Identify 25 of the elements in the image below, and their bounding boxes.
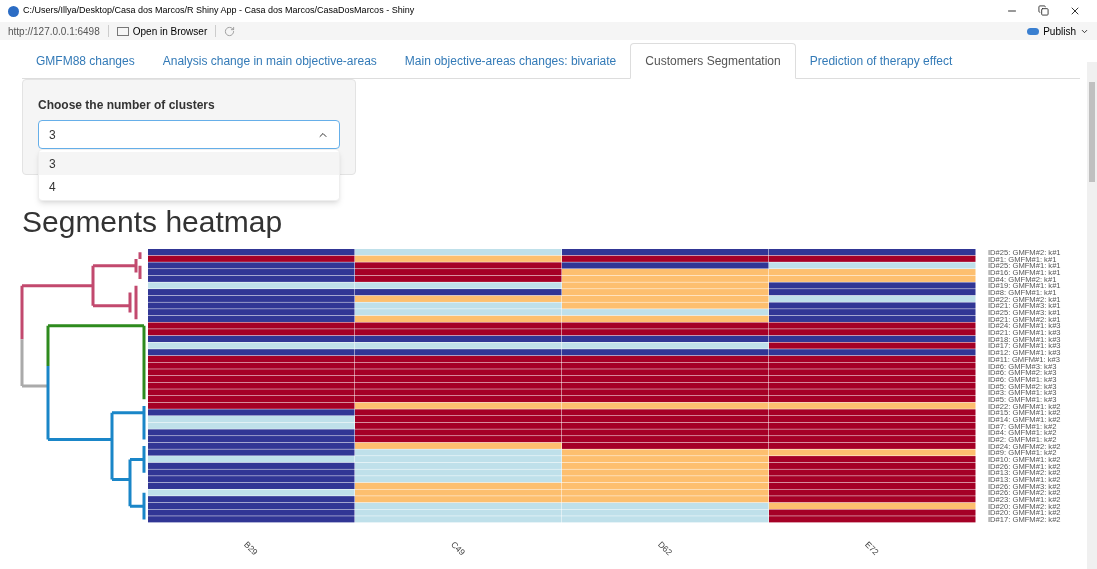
tab[interactable]: Main objective-areas changes: bivariate — [390, 43, 631, 78]
window-title: C:/Users/Illya/Desktop/Casa dos Marcos/R Shiny App - Casa dos Marcos/CasaDosMarcos - Shiny — [23, 4, 415, 18]
column-label: C49 — [449, 539, 468, 558]
dropdown-option[interactable]: 3 — [39, 152, 339, 175]
column-label: E72 — [863, 539, 881, 557]
refresh-icon[interactable] — [224, 25, 236, 37]
section-heading: Segments heatmap — [22, 205, 284, 239]
tab[interactable]: Customers Segmentation — [630, 43, 796, 79]
tab[interactable]: GMFM88 changes — [22, 43, 149, 78]
restore-icon[interactable] — [1038, 5, 1049, 16]
publish-icon — [1027, 27, 1040, 35]
field-label: Choose the number of clusters — [38, 97, 216, 114]
select-value: 3 — [49, 126, 56, 144]
open-in-browser-button[interactable]: Open in Browser — [116, 23, 208, 39]
url-text: http://127.0.0.1:6498 — [8, 24, 100, 39]
app-icon — [8, 5, 19, 17]
clusters-select[interactable]: 3 — [38, 120, 340, 149]
close-icon[interactable] — [1069, 5, 1081, 17]
tab[interactable]: Analysis change in main objective-areas — [148, 43, 391, 78]
scrollbar-thumb[interactable] — [1089, 82, 1095, 182]
column-label: B29 — [242, 539, 260, 557]
browser-icon — [116, 26, 129, 36]
tab[interactable]: Prediction of therapy effect — [795, 43, 967, 78]
dropdown-option[interactable]: 4 — [39, 175, 339, 198]
publish-button[interactable]: Publish — [1027, 23, 1089, 39]
